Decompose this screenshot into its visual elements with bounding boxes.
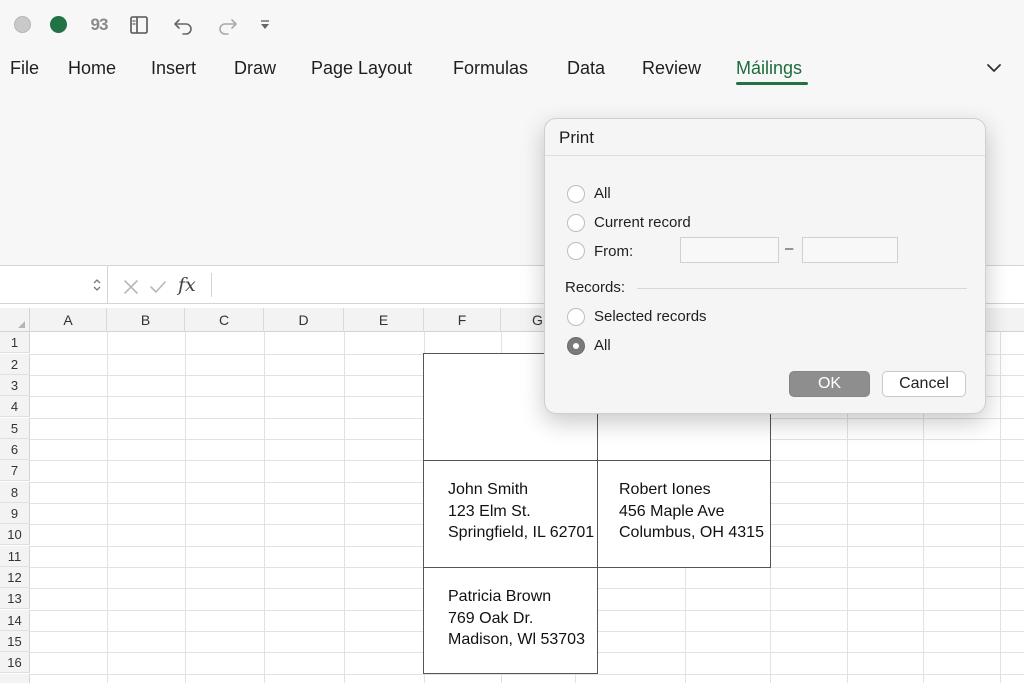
ok-button[interactable]: OK	[789, 371, 870, 397]
records-section-label: Records:	[565, 279, 626, 296]
insert-function-label[interactable]: fx	[178, 274, 196, 296]
name-box[interactable]	[0, 266, 108, 304]
row-header[interactable]: 4	[0, 396, 30, 417]
radio-from-label[interactable]: From:	[594, 243, 633, 260]
cancel-x-icon[interactable]	[122, 278, 140, 296]
radio-current-record[interactable]	[567, 214, 585, 232]
label-street: 456 Maple Ave	[619, 502, 725, 520]
row-header[interactable]: 9	[0, 503, 30, 524]
column-header-e[interactable]: E	[344, 308, 424, 332]
undo-icon[interactable]	[173, 14, 195, 36]
label-name: Patricia Brown	[448, 588, 552, 605]
redo-icon[interactable]	[216, 14, 238, 36]
customize-toolbar-icon[interactable]	[256, 14, 274, 36]
from-start-input[interactable]	[680, 237, 779, 263]
name-box-stepper-icon[interactable]	[92, 276, 102, 294]
chevron-down-icon[interactable]	[984, 58, 1004, 78]
row-header[interactable]: 6	[0, 439, 30, 460]
row-header[interactable]: 12	[0, 567, 30, 588]
row-header[interactable]: 14	[0, 610, 30, 631]
row-header[interactable]: 16	[0, 652, 30, 673]
column-header-a[interactable]: A	[30, 308, 107, 332]
tab-formulas[interactable]: Formulas	[453, 58, 528, 79]
dialog-title-divider	[545, 155, 985, 156]
label-city: Columbus, OH 4315	[619, 524, 764, 541]
tab-review[interactable]: Review	[642, 58, 701, 79]
tab-home[interactable]: Home	[68, 58, 116, 79]
row-header[interactable]: 11	[0, 546, 30, 567]
column-header-b[interactable]: B	[107, 308, 185, 332]
column-header-c[interactable]: C	[185, 308, 264, 332]
dialog-title: Print	[559, 128, 594, 147]
radio-current-record-label[interactable]: Current record	[594, 214, 691, 231]
records-divider	[637, 288, 967, 289]
label-city: Springfield, IL 62701	[448, 524, 595, 541]
tab-mailings[interactable]: Máilings	[736, 58, 802, 79]
row-header[interactable]	[0, 674, 30, 683]
ribbon-tabs: File Home Insert Draw Page Layout Formul…	[0, 48, 1024, 90]
radio-selected-records-label[interactable]: Selected records	[594, 308, 707, 325]
window-gray-circle-icon[interactable]	[14, 16, 31, 33]
row-header[interactable]: 10	[0, 524, 30, 545]
window-green-circle-icon[interactable]	[50, 16, 67, 33]
active-tab-indicator	[736, 82, 808, 85]
row-header[interactable]: 3	[0, 375, 30, 396]
radio-records-all[interactable]	[567, 337, 585, 355]
radio-all-label[interactable]: All	[594, 185, 611, 202]
range-dash: –	[785, 240, 794, 257]
column-header-f[interactable]: F	[424, 308, 501, 332]
row-header[interactable]: 5	[0, 418, 30, 439]
radio-all[interactable]	[567, 185, 585, 203]
from-end-input[interactable]	[802, 237, 898, 263]
label-street: 769 Oak Dr.	[448, 609, 534, 627]
print-dialog: Print All Current record From: – Records…	[544, 118, 986, 414]
tab-file[interactable]: File	[10, 58, 39, 79]
cancel-button[interactable]: Cancel	[882, 371, 966, 397]
column-header-d[interactable]: D	[264, 308, 344, 332]
label-address-2: Robert Iones 456 Maple Ave Columbus, OH …	[619, 479, 764, 544]
row-header[interactable]: 1	[0, 332, 30, 353]
row-header[interactable]: 15	[0, 631, 30, 652]
row-header[interactable]: 8	[0, 482, 30, 503]
radio-selected-records[interactable]	[567, 308, 585, 326]
tab-insert[interactable]: Insert	[151, 58, 196, 79]
label-address-1: John Smith 123 Elm St. Springfield, IL 6…	[448, 479, 594, 544]
label-city: Madison, Wl 53703	[448, 631, 585, 648]
row-header[interactable]: 13	[0, 588, 30, 609]
quick-number-icon[interactable]: 93	[88, 14, 110, 36]
tab-draw[interactable]: Draw	[234, 58, 276, 79]
label-name: Robert Iones	[619, 481, 711, 498]
enter-check-icon[interactable]	[149, 278, 167, 296]
tab-page-layout[interactable]: Page Layout	[311, 58, 412, 79]
row-header[interactable]: 7	[0, 460, 30, 481]
formula-bar-separator	[211, 273, 212, 297]
select-all-corner[interactable]	[0, 308, 30, 332]
label-name: John Smith	[448, 481, 529, 498]
sidebar-layout-icon[interactable]	[128, 14, 150, 36]
title-bar: 93	[0, 0, 1024, 48]
row-header[interactable]: 2	[0, 354, 30, 375]
label-address-3: Patricia Brown 769 Oak Dr. Madison, Wl 5…	[448, 586, 585, 651]
radio-records-all-label[interactable]: All	[594, 337, 611, 354]
label-street: 123 Elm St.	[448, 502, 531, 520]
tab-data[interactable]: Data	[567, 58, 605, 79]
radio-from[interactable]	[567, 242, 585, 260]
